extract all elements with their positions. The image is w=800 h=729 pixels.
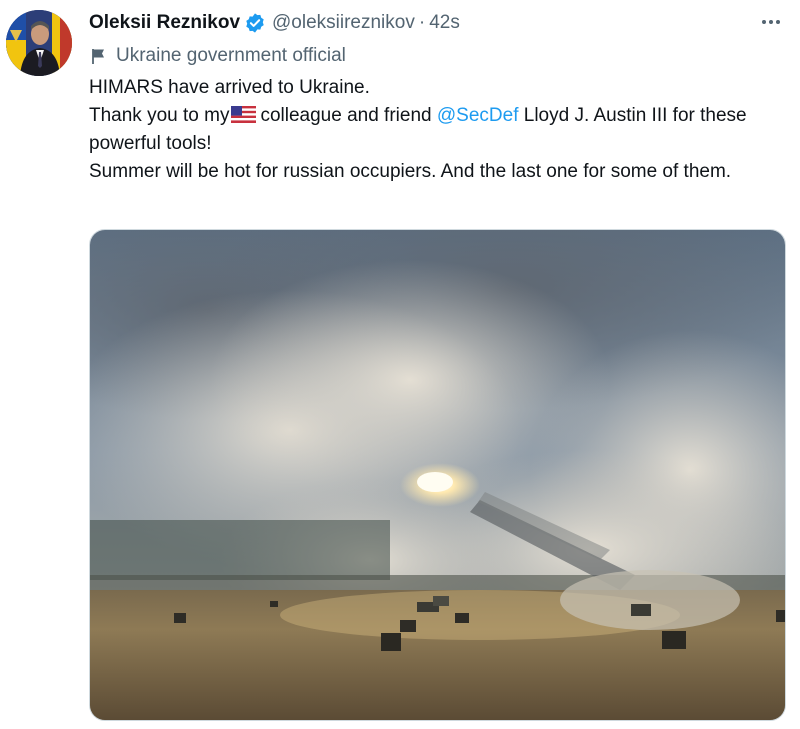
affiliation-text: Ukraine government official [116,45,346,66]
avatar[interactable] [6,10,72,76]
tweet-line-2-start: Thank you to my [89,105,230,126]
tweet-line-3: Summer will be hot for russian occupiers… [89,161,732,182]
affiliation-label: Ukraine government official [90,43,346,69]
tweet-photo[interactable] [89,229,786,721]
author-handle[interactable]: @oleksiireznikov [272,12,415,34]
more-options-icon[interactable] [756,10,786,34]
tweet[interactable]: Oleksii Reznikov @oleksiireznikov · 42s … [0,0,800,729]
tweet-text: HIMARS have arrived to Ukraine. Thank yo… [89,74,779,186]
tweet-header: Oleksii Reznikov @oleksiireznikov · 42s [89,9,750,37]
tweet-line-2: Thank you to my colleague and friend @Se… [89,102,779,158]
tweet-line-1: HIMARS have arrived to Ukraine. [89,77,370,98]
us-flag-emoji-icon [231,106,257,123]
timestamp[interactable]: 42s [429,12,460,34]
separator-dot: · [418,12,426,33]
author-name[interactable]: Oleksii Reznikov [89,12,240,34]
flag-icon [92,49,104,64]
verified-badge-icon [244,12,266,34]
mention-link[interactable]: @SecDef [437,105,519,126]
tweet-line-2-middle: colleague and friend [260,105,432,126]
